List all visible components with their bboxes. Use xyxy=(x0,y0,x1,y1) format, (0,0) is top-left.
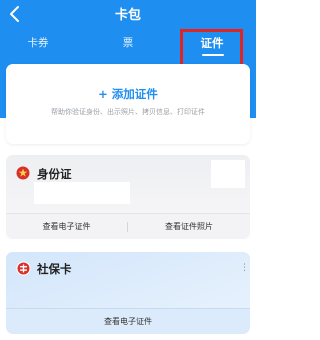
view-electronic-id-button[interactable]: 查看电子证件 xyxy=(6,214,127,239)
social-security-card-actions: 查看电子证件 xyxy=(6,308,250,334)
id-photo-placeholder xyxy=(211,160,245,188)
id-card-actions: 查看电子证件 查看证件照片 xyxy=(6,213,250,239)
emblem-icon xyxy=(16,166,30,180)
add-certificate-button[interactable]: + 添加证件 xyxy=(6,86,250,102)
add-certificate-description: 帮助你验证身份、出示照片、拷贝信息、打印证件 xyxy=(51,108,205,116)
social-security-card-title: 社保卡 xyxy=(37,262,72,276)
highlight-box xyxy=(180,29,243,69)
view-id-photo-button[interactable]: 查看证件照片 xyxy=(128,214,250,239)
social-security-logo-icon xyxy=(16,261,31,276)
tab-tickets[interactable]: 票 xyxy=(98,32,158,58)
more-icon[interactable]: ⋮ xyxy=(240,261,249,275)
view-electronic-social-card-button[interactable]: 查看电子证件 xyxy=(6,309,250,334)
tab-coupons[interactable]: 卡券 xyxy=(8,32,68,58)
id-card-title: 身份证 xyxy=(37,167,72,181)
id-card[interactable]: 身份证 查看电子证件 查看证件照片 xyxy=(6,155,250,239)
top-bar: 卡包 xyxy=(0,0,256,30)
add-certificate-card[interactable]: + 添加证件 帮助你验证身份、出示照片、拷贝信息、打印证件 xyxy=(6,64,250,144)
social-security-card[interactable]: 社保卡 ⋮ 查看电子证件 xyxy=(6,252,250,334)
redacted-id-info xyxy=(34,182,130,204)
page-title: 卡包 xyxy=(114,8,141,23)
